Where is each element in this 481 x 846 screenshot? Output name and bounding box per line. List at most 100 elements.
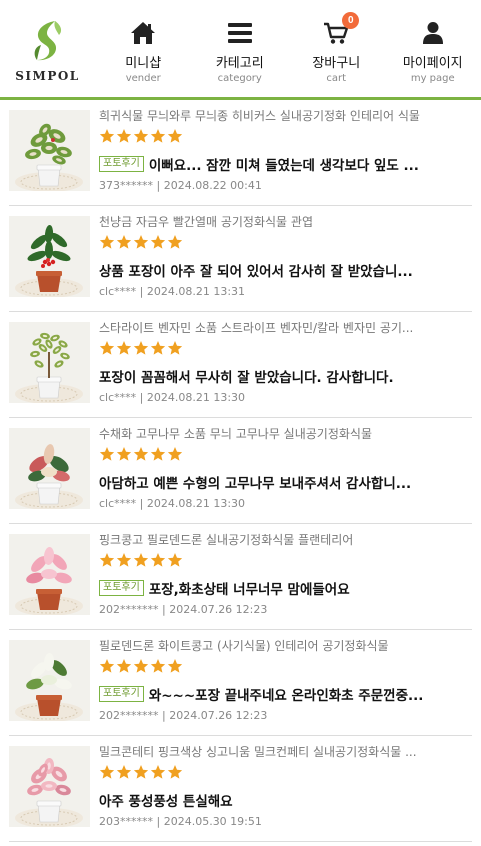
star-icon: [150, 553, 166, 567]
review-item[interactable]: 스타라이트 벤자민 소품 스트라이프 벤자민/칼라 벤자민 공기... 포장이 꼼…: [9, 312, 472, 418]
review-text[interactable]: 아주 풍성풍성 튼실해요: [99, 790, 233, 810]
star-icon: [150, 235, 166, 249]
review-info: 필로덴드론 화이트콩고 (사기식물) 인테리어 공기정화식물 포토후기 와~~~포장…: [99, 637, 472, 735]
star-icon: [150, 341, 166, 355]
product-name[interactable]: 밀크콘테티 핑크색상 싱고니움 밀크컨페티 실내공기정화식물 ...: [99, 743, 472, 761]
home-icon: [128, 18, 158, 48]
review-text-row: 포토후기 포장,화초상태 너무너무 맘에들어요: [99, 577, 472, 599]
review-meta: 203****** | 2024.05.30 19:51: [99, 815, 472, 828]
reviewer-id: 202*******: [99, 709, 159, 722]
product-name[interactable]: 핑크콩고 필로덴드론 실내공기정화식물 플랜테리어: [99, 531, 472, 549]
review-text-row: 아주 풍성풍성 튼실해요: [99, 789, 472, 811]
star-icon: [167, 553, 183, 567]
nav-label: 장바구니: [312, 56, 361, 71]
review-info: 밀크콘테티 핑크색상 싱고니움 밀크컨페티 실내공기정화식물 ... 아주 풍성풍…: [99, 743, 472, 841]
review-date: 2024.08.21 13:30: [146, 391, 246, 404]
review-meta: clc**** | 2024.08.21 13:30: [99, 497, 472, 510]
review-text-row: 포토후기 이뻐요... 잠깐 미쳐 들였는데 생각보다 잎도 ...: [99, 153, 472, 175]
star-icon: [167, 765, 183, 779]
review-meta: 202******* | 2024.07.26 12:23: [99, 603, 472, 616]
review-text-row: 상품 포장이 아주 잘 되어 있어서 감사히 잘 받았습니...: [99, 259, 472, 281]
star-icon: [167, 129, 183, 143]
user-icon: [418, 18, 448, 48]
review-info: 천냥금 자금우 빨간열매 공기정화식물 관엽상품 포장이 아주 잘 되어 있어서…: [99, 213, 472, 311]
star-icon: [133, 553, 149, 567]
review-text[interactable]: 상품 포장이 아주 잘 되어 있어서 감사히 잘 받았습니...: [99, 260, 413, 280]
star-rating: [99, 234, 472, 254]
review-item[interactable]: 밀크콘테티 핑크색상 싱고니움 밀크컨페티 실내공기정화식물 ... 아주 풍성풍…: [9, 736, 472, 842]
review-info: 희귀식물 무늬와루 무늬종 히비커스 실내공기정화 인테리어 식물포토후기 이뻐요…: [99, 107, 472, 205]
reviewer-id: clc****: [99, 497, 137, 510]
product-thumbnail[interactable]: [9, 534, 90, 615]
star-icon: [133, 447, 149, 461]
product-name[interactable]: 필로덴드론 화이트콩고 (사기식물) 인테리어 공기정화식물: [99, 637, 472, 655]
star-icon: [116, 129, 132, 143]
review-item[interactable]: 천냥금 자금우 빨간열매 공기정화식물 관엽상품 포장이 아주 잘 되어 있어서…: [9, 206, 472, 312]
review-meta: 202******* | 2024.07.26 12:23: [99, 709, 472, 722]
review-info: 핑크콩고 필로덴드론 실내공기정화식물 플랜테리어포토후기 포장,화초상태 너무너…: [99, 531, 472, 629]
nav-mypage[interactable]: 마이페이지 my page: [385, 0, 481, 97]
review-text-row: 포장이 꼼꼼해서 무사히 잘 받았습니다. 감사합니다.: [99, 365, 472, 387]
review-date: 2024.08.22 00:41: [163, 179, 262, 192]
nav-category[interactable]: 카테고리 category: [192, 0, 289, 97]
nav-minishop[interactable]: 미니샵 vender: [95, 0, 192, 97]
leaf-logo-icon: [34, 20, 61, 60]
star-icon: [99, 235, 115, 249]
review-text[interactable]: 포장,화초상태 너무너무 맘에들어요: [149, 578, 350, 598]
product-thumbnail[interactable]: [9, 746, 90, 827]
meta-separator: |: [136, 391, 147, 404]
top-header: SIMPOL 미니샵 vender 카테고리 category 0 장바구니 c…: [0, 0, 481, 100]
star-icon: [133, 659, 149, 673]
star-icon: [150, 765, 166, 779]
star-rating: [99, 340, 472, 360]
star-icon: [99, 553, 115, 567]
review-date: 2024.07.26 12:23: [169, 603, 268, 616]
star-icon: [133, 235, 149, 249]
product-thumbnail[interactable]: [9, 216, 90, 297]
reviewer-id: 202*******: [99, 603, 159, 616]
star-icon: [99, 341, 115, 355]
product-thumbnail[interactable]: [9, 110, 90, 191]
meta-separator: |: [136, 497, 147, 510]
review-date: 2024.08.21 13:30: [146, 497, 246, 510]
star-icon: [150, 659, 166, 673]
star-icon: [150, 447, 166, 461]
star-icon: [150, 129, 166, 143]
star-icon: [133, 765, 149, 779]
star-icon: [133, 129, 149, 143]
review-text-row: 아담하고 예쁜 수형의 고무나무 보내주셔서 감사합니...: [99, 471, 472, 493]
star-icon: [167, 235, 183, 249]
review-info: 수채화 고무나무 소품 무늬 고무나무 실내공기정화식물아담하고 예쁜 수형의 …: [99, 425, 472, 523]
star-icon: [116, 553, 132, 567]
nav-sublabel: cart: [326, 73, 347, 84]
logo[interactable]: SIMPOL: [0, 0, 95, 97]
meta-separator: |: [158, 709, 170, 722]
star-icon: [167, 341, 183, 355]
meta-separator: |: [158, 603, 170, 616]
product-thumbnail[interactable]: [9, 640, 90, 721]
product-thumbnail[interactable]: [9, 428, 90, 509]
product-thumbnail[interactable]: [9, 322, 90, 403]
meta-separator: |: [153, 179, 164, 192]
product-name[interactable]: 스타라이트 벤자민 소품 스트라이프 벤자민/칼라 벤자민 공기...: [99, 319, 472, 337]
product-name[interactable]: 수채화 고무나무 소품 무늬 고무나무 실내공기정화식물: [99, 425, 472, 443]
star-icon: [99, 447, 115, 461]
review-item[interactable]: 희귀식물 무늬와루 무늬종 히비커스 실내공기정화 인테리어 식물포토후기 이뻐요…: [9, 100, 472, 206]
reviewer-id: clc****: [99, 391, 137, 404]
cart-icon: 0: [321, 12, 360, 48]
review-text[interactable]: 포장이 꼼꼼해서 무사히 잘 받았습니다. 감사합니다.: [99, 366, 394, 386]
menu-icon: [225, 18, 255, 48]
star-icon: [99, 765, 115, 779]
logo-text: SIMPOL: [15, 68, 80, 83]
review-text[interactable]: 와~~~포장 끝내주네요 온라인화초 주문껀중...: [149, 684, 424, 704]
product-name[interactable]: 천냥금 자금우 빨간열매 공기정화식물 관엽: [99, 213, 472, 231]
review-item[interactable]: 수채화 고무나무 소품 무늬 고무나무 실내공기정화식물아담하고 예쁜 수형의 …: [9, 418, 472, 524]
review-text[interactable]: 아담하고 예쁜 수형의 고무나무 보내주셔서 감사합니...: [99, 472, 411, 492]
star-rating: [99, 764, 472, 784]
nav-cart[interactable]: 0 장바구니 cart: [288, 0, 385, 97]
review-text[interactable]: 이뻐요... 잠깐 미쳐 들였는데 생각보다 잎도 ...: [149, 154, 419, 174]
review-item[interactable]: 필로덴드론 화이트콩고 (사기식물) 인테리어 공기정화식물 포토후기 와~~~포장…: [9, 630, 472, 736]
review-item[interactable]: 핑크콩고 필로덴드론 실내공기정화식물 플랜테리어포토후기 포장,화초상태 너무너…: [9, 524, 472, 630]
main-nav: 미니샵 vender 카테고리 category 0 장바구니 cart 마이페…: [95, 0, 481, 97]
product-name[interactable]: 희귀식물 무늬와루 무늬종 히비커스 실내공기정화 인테리어 식물: [99, 107, 472, 125]
